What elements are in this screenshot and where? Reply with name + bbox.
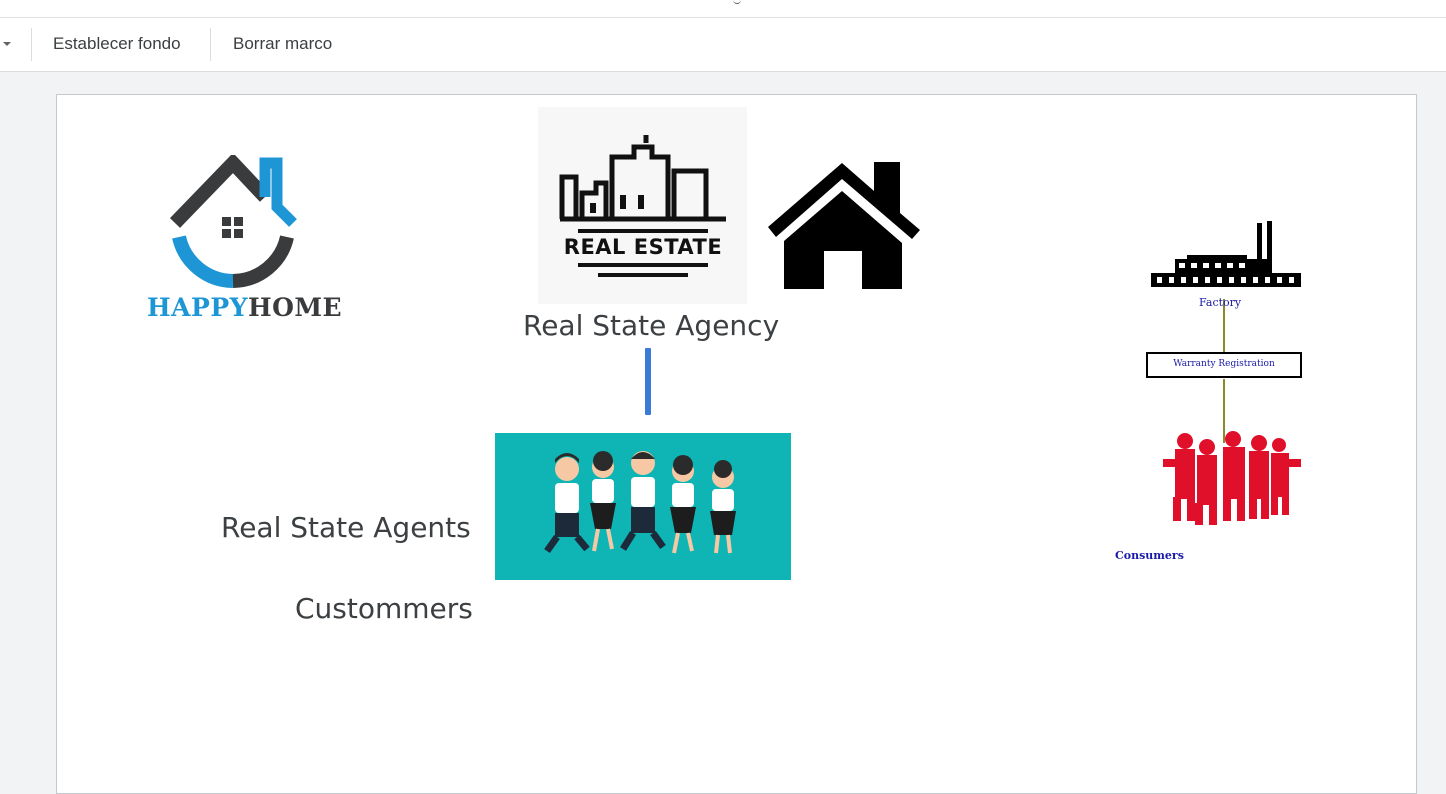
consumers-label: Consumers [1115,549,1184,562]
house-icon [768,162,920,289]
top-marker [733,0,741,4]
happy-home-wordmark: HAPPYHOME [147,293,342,322]
agents-label[interactable]: Real State Agents [221,511,471,544]
logo-underline-short [598,273,688,277]
consumers-icon [1163,431,1301,525]
slide-canvas[interactable]: HAPPYHOME REAL ESTATE Real State Agency … [56,94,1417,794]
people-illustration-icon [544,451,736,554]
factory-label: Factory [1199,296,1242,309]
toolbar-separator [210,28,211,61]
top-window-strip [0,0,1446,18]
house-image[interactable] [762,157,924,289]
logo-underline [578,263,708,267]
real-estate-logo-text: REAL ESTATE [563,235,723,259]
agency-title[interactable]: Real State Agency [523,309,779,342]
warranty-registration-label: Warranty Registration [1173,359,1275,369]
customers-label[interactable]: Custommers [295,592,473,625]
logo-underline-top [578,229,708,233]
real-estate-logo[interactable]: REAL ESTATE [538,107,747,304]
clear-frame-button[interactable]: Borrar marco [231,31,334,57]
agents-image[interactable] [495,433,791,580]
factory-diagram-icon [1146,221,1302,525]
logo-text-home: HOME [247,293,343,322]
toolbar-separator [31,28,32,61]
warranty-diagram-image[interactable]: Factory Warranty Registration Consumers [1087,197,1362,575]
toolbar: Establecer fondo Borrar marco [0,18,1446,72]
logo-text-happy: HAPPY [147,293,248,322]
caret-down-icon[interactable] [3,42,11,46]
set-background-button[interactable]: Establecer fondo [51,31,183,57]
happy-home-logo[interactable]: HAPPYHOME [145,152,342,330]
connector-line[interactable] [645,348,651,415]
